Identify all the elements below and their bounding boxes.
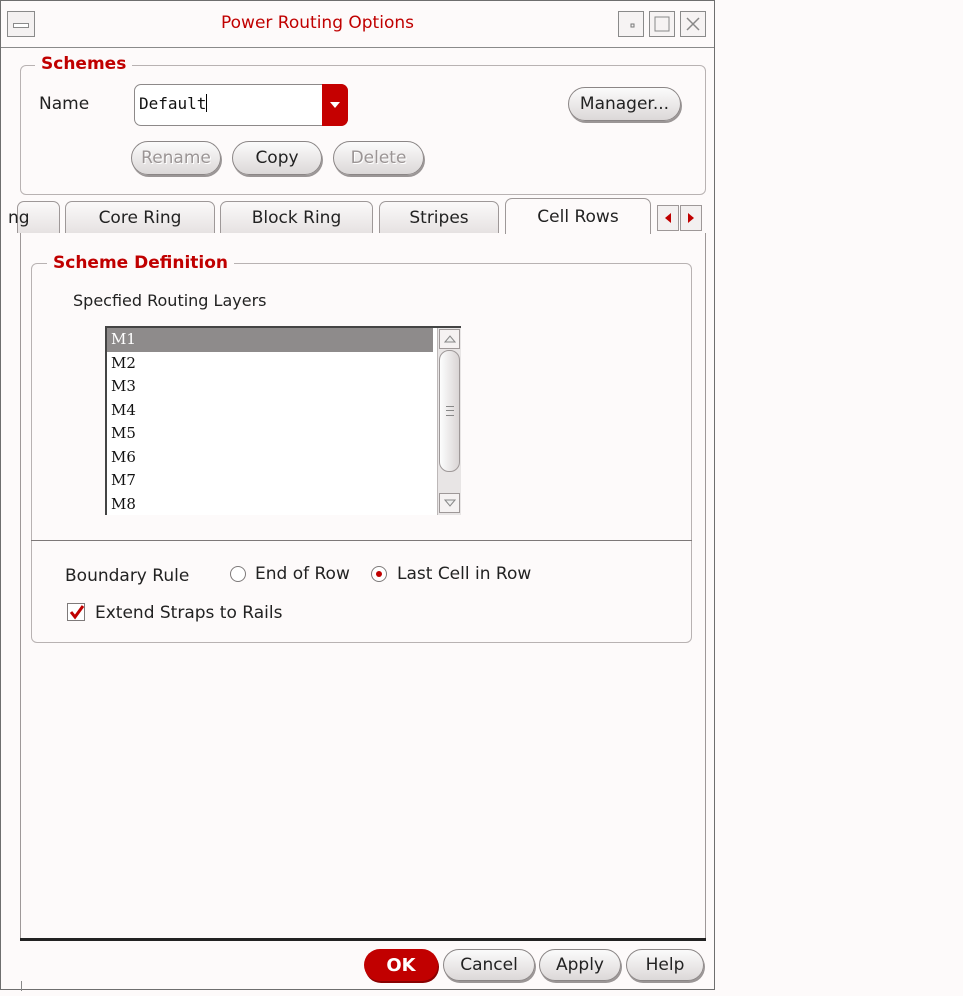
routing-layers-label: Specfied Routing Layers bbox=[73, 291, 267, 310]
list-item[interactable]: M7 bbox=[107, 469, 433, 493]
schemes-legend: Schemes bbox=[35, 54, 133, 74]
list-item[interactable]: M6 bbox=[107, 446, 433, 470]
scheme-name-value[interactable]: Default bbox=[139, 94, 208, 113]
arrow-left-icon[interactable] bbox=[657, 205, 679, 231]
checkmark-icon bbox=[69, 605, 85, 620]
list-item[interactable]: M8 bbox=[107, 493, 433, 516]
arrow-right-icon[interactable] bbox=[680, 205, 702, 231]
routing-layers-list[interactable]: M1 M2 M3 M4 M5 M6 M7 M8 bbox=[105, 326, 461, 515]
copy-button[interactable]: Copy bbox=[232, 141, 322, 175]
footer-divider bbox=[20, 938, 706, 941]
tab-cell-rows[interactable]: Cell Rows bbox=[505, 198, 651, 234]
maximize-icon[interactable] bbox=[649, 11, 675, 37]
chevron-down-icon[interactable] bbox=[322, 84, 348, 126]
list-item[interactable]: M2 bbox=[107, 352, 433, 376]
layers-scrollbar[interactable] bbox=[437, 328, 461, 515]
cancel-button[interactable]: Cancel bbox=[443, 949, 535, 981]
end-of-row-label[interactable]: End of Row bbox=[255, 564, 350, 584]
name-label: Name bbox=[39, 94, 90, 114]
window-title: Power Routing Options bbox=[221, 13, 414, 33]
list-item[interactable]: M4 bbox=[107, 399, 433, 423]
list-item[interactable]: M1 bbox=[107, 328, 433, 352]
resize-grip[interactable] bbox=[21, 981, 25, 991]
help-button[interactable]: Help bbox=[626, 949, 704, 981]
delete-button[interactable]: Delete bbox=[333, 141, 424, 175]
tab-bar: ng Core Ring Block Ring Stripes Cell Row… bbox=[8, 198, 706, 234]
apply-button[interactable]: Apply bbox=[539, 949, 621, 981]
manager-button[interactable]: Manager... bbox=[568, 87, 681, 121]
scrollbar-thumb[interactable] bbox=[439, 350, 460, 472]
scheme-definition-legend: Scheme Definition bbox=[47, 253, 235, 273]
close-icon[interactable] bbox=[680, 11, 706, 37]
scheme-name-combo[interactable]: Default bbox=[134, 84, 348, 126]
minimize-icon[interactable] bbox=[618, 11, 644, 37]
last-cell-in-row-radio[interactable] bbox=[371, 566, 387, 582]
list-item[interactable]: M5 bbox=[107, 422, 433, 446]
rename-button[interactable]: Rename bbox=[131, 141, 221, 175]
tab-block-ring[interactable]: Block Ring bbox=[220, 201, 373, 233]
end-of-row-radio[interactable] bbox=[230, 566, 246, 582]
scroll-down-icon[interactable] bbox=[439, 493, 460, 513]
boundary-rule-label: Boundary Rule bbox=[65, 566, 190, 586]
power-routing-options-window: Power Routing Options Schemes Name Defau… bbox=[0, 0, 715, 991]
window-menu-icon[interactable] bbox=[7, 11, 35, 37]
extend-straps-checkbox[interactable] bbox=[67, 603, 85, 621]
schemes-group bbox=[20, 65, 706, 195]
ok-button[interactable]: OK bbox=[364, 949, 438, 981]
section-divider bbox=[31, 540, 692, 541]
extend-straps-label[interactable]: Extend Straps to Rails bbox=[95, 603, 282, 623]
tab-stripes[interactable]: Stripes bbox=[379, 201, 499, 233]
tab-partial-label: ng bbox=[8, 207, 30, 228]
title-bar: Power Routing Options bbox=[1, 1, 714, 48]
last-cell-in-row-label[interactable]: Last Cell in Row bbox=[397, 564, 531, 584]
list-item[interactable]: M3 bbox=[107, 375, 433, 399]
tab-partial[interactable]: ng bbox=[8, 201, 60, 233]
scroll-up-icon[interactable] bbox=[439, 329, 460, 349]
tab-core-ring[interactable]: Core Ring bbox=[65, 201, 215, 233]
